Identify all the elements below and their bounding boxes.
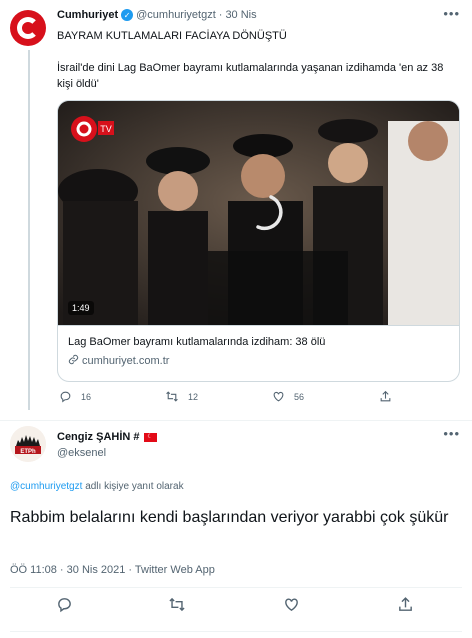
like-button[interactable]: 56 <box>272 390 304 403</box>
retweet-button[interactable] <box>168 596 186 618</box>
like-count: 56 <box>294 391 305 402</box>
more-options-icon[interactable]: ••• <box>443 6 460 21</box>
share-button[interactable] <box>379 390 392 403</box>
divider <box>10 631 462 632</box>
heart-icon <box>273 391 284 402</box>
turkey-flag-icon: ☾ <box>143 432 157 442</box>
heart-icon <box>285 598 298 612</box>
author-handle[interactable]: @cumhuriyetgzt <box>136 9 216 21</box>
retweet-icon <box>166 391 178 402</box>
verified-badge-icon: ✓ <box>121 9 134 21</box>
parent-tweet[interactable]: Cumhuriyet ✓ @cumhuriyetgzt · 30 Nis •••… <box>0 0 472 420</box>
replying-to-handle[interactable]: @cumhuriyetgzt <box>10 481 82 492</box>
parent-actions: 16 12 56 <box>57 390 391 408</box>
thread-line <box>28 50 30 410</box>
reply-count: 16 <box>81 391 92 402</box>
svg-text:TV: TV <box>100 124 112 134</box>
video-player[interactable]: TV 1:49 <box>58 101 459 325</box>
tweet-timestamp[interactable]: ÖÖ 11:08 · 30 Nis 2021 · Twitter Web App <box>10 564 215 576</box>
retweet-icon <box>169 597 185 612</box>
link-card[interactable]: TV 1:49 Lag BaOmer bayramı kutlamalarınd… <box>57 100 460 382</box>
avatar[interactable]: ETPh <box>10 426 46 462</box>
avatar-image: ETPh <box>10 426 46 462</box>
like-button[interactable] <box>283 596 300 618</box>
author-handle[interactable]: @eksenel <box>57 447 106 459</box>
author-name[interactable]: Cengiz ŞAHİN # <box>57 431 140 443</box>
card-title[interactable]: Lag BaOmer bayramı kutlamalarında izdiha… <box>68 336 451 348</box>
dot-separator: · <box>218 9 223 21</box>
video-duration: 1:49 <box>68 301 94 315</box>
more-options-icon[interactable]: ••• <box>443 426 460 441</box>
cumhuriyet-logo-icon <box>17 17 39 39</box>
reply-actions <box>0 596 472 622</box>
tweet-date[interactable]: 30 Nis <box>225 9 256 21</box>
divider <box>10 587 462 588</box>
tweet-body: İsrail'de dini Lag BaOmer bayramı kutlam… <box>57 62 444 90</box>
replying-to: @cumhuriyetgzt adlı kişiye yanıt olarak <box>10 481 184 492</box>
video-thumbnail: TV <box>58 101 459 325</box>
link-icon <box>68 354 79 368</box>
retweet-button[interactable]: 12 <box>165 390 198 403</box>
reply-icon <box>58 598 71 613</box>
reply-text: Rabbim belalarını kendi başlarından veri… <box>10 509 449 526</box>
author-name[interactable]: Cumhuriyet <box>57 9 118 21</box>
retweet-count: 12 <box>188 391 199 402</box>
share-icon <box>399 597 412 611</box>
reply-icon <box>60 391 71 403</box>
svg-text:ETPh: ETPh <box>20 449 36 455</box>
share-button[interactable] <box>397 596 414 618</box>
card-info[interactable]: Lag BaOmer bayramı kutlamalarında izdiha… <box>58 325 459 381</box>
avatar[interactable] <box>10 10 46 46</box>
tweet-headline: BAYRAM KUTLAMALARI FACİAYA DÖNÜŞTÜ <box>57 30 287 42</box>
share-icon <box>380 390 391 402</box>
reply-author-row: Cengiz ŞAHİN # ☾ <box>57 431 157 443</box>
reply-tweet[interactable]: ETPh Cengiz ŞAHİN # ☾ @eksenel ••• @cumh… <box>0 421 472 638</box>
reply-button[interactable]: 16 <box>59 390 91 403</box>
reply-button[interactable] <box>56 596 73 618</box>
parent-tweet-header: Cumhuriyet ✓ @cumhuriyetgzt · 30 Nis <box>57 9 257 21</box>
card-domain: cumhuriyet.com.tr <box>82 355 170 367</box>
replying-to-suffix: adlı kişiye yanıt olarak <box>85 481 184 492</box>
card-domain-row: cumhuriyet.com.tr <box>68 354 451 368</box>
